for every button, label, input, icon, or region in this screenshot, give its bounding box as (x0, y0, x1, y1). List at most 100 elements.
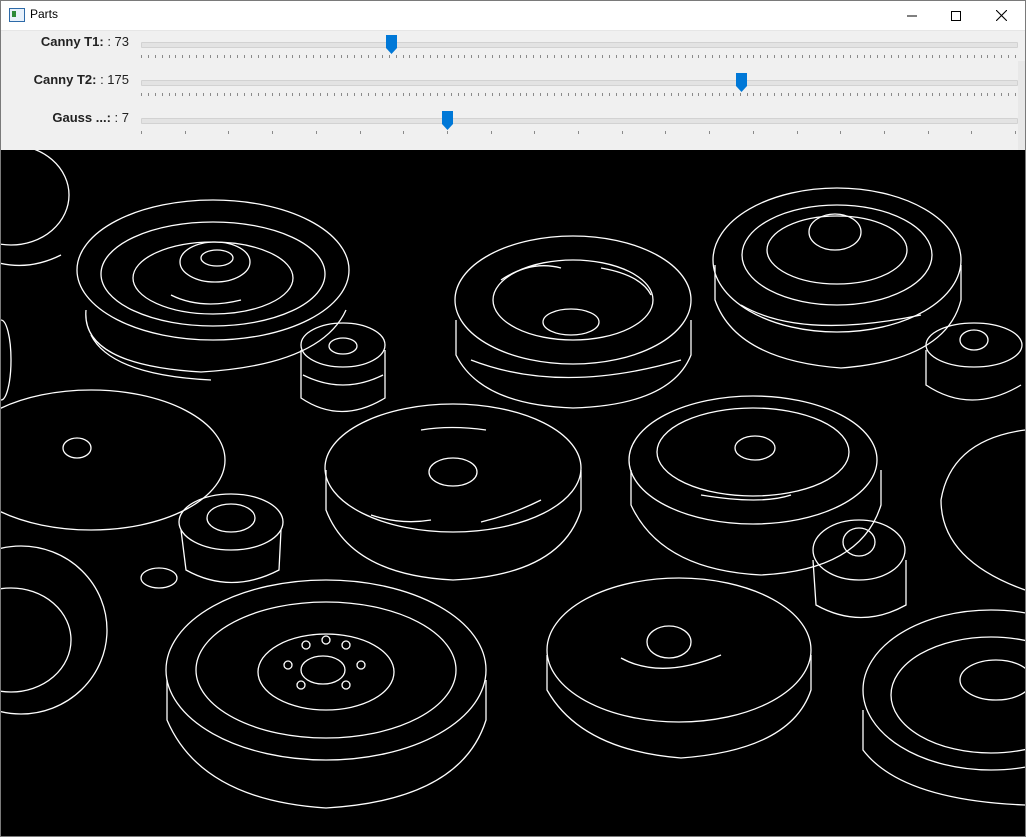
pulley-outline (1, 389, 226, 531)
trackbar-tick (189, 93, 191, 96)
trackbar-tick (485, 55, 487, 58)
trackbar-tick (574, 55, 576, 58)
trackbar-tick (423, 93, 425, 96)
trackbar-tick (228, 131, 230, 134)
trackbar-tick (478, 55, 480, 58)
trackbar-tick (216, 55, 218, 58)
trackbar-tick (567, 93, 569, 96)
trackbar-tick (154, 55, 156, 58)
trackbar-tick (629, 55, 631, 58)
trackbar-tick (519, 93, 521, 96)
trackbar-tick (223, 55, 225, 58)
trackbar-tick (450, 93, 452, 96)
trackbar-tick (319, 93, 321, 96)
trackbar-tick (629, 93, 631, 96)
trackbar-tick (760, 93, 762, 96)
trackbar-tick (313, 93, 315, 96)
trackbar-thumb[interactable] (736, 73, 748, 92)
trackbar-tick (588, 55, 590, 58)
trackbar-tick (547, 93, 549, 96)
trackbar-tick (959, 55, 961, 58)
maximize-button[interactable] (933, 1, 979, 30)
trackbar-tick (925, 55, 927, 58)
trackbar-tick (602, 55, 604, 58)
trackbar-thumb[interactable] (442, 111, 454, 130)
trackbar-tick (891, 93, 893, 96)
trackbar-tick (953, 93, 955, 96)
trackbar-row-canny-t1: Canny T1: : 73 (1, 33, 1025, 71)
pulley-outline (940, 429, 1025, 591)
trackbar-tick (588, 93, 590, 96)
trackbar-tick (395, 55, 397, 58)
trackbar-tick (705, 93, 707, 96)
trackbar-tick (664, 55, 666, 58)
trackbar-tick (904, 93, 906, 96)
close-button[interactable] (978, 1, 1024, 30)
trackbar-tick (182, 93, 184, 96)
trackbar-tick (189, 55, 191, 58)
canny-edge-image (1, 144, 1025, 809)
trackbar-tick (836, 55, 838, 58)
trackbar-track[interactable] (141, 118, 1018, 124)
trackbar-tick (457, 93, 459, 96)
trackbar-tick (381, 55, 383, 58)
trackbar-tick (237, 93, 239, 96)
trackbar-tick (712, 55, 714, 58)
trackbar-tick (973, 55, 975, 58)
trackbar-tick (946, 55, 948, 58)
trackbar-tick (505, 93, 507, 96)
trackbar-tick (359, 131, 361, 134)
trackbar-tick (953, 55, 955, 58)
trackbar-tick (184, 131, 186, 134)
trackbar-tick (904, 55, 906, 58)
trackbar-tick (815, 93, 817, 96)
trackbar-tick (292, 93, 294, 96)
trackbar-tick (361, 55, 363, 58)
trackbar-tick (257, 55, 259, 58)
trackbar-tick (237, 55, 239, 58)
trackbar-tick (430, 93, 432, 96)
trackbar-tick (883, 131, 885, 134)
trackbar-tick (643, 55, 645, 58)
trackbar-tick (443, 93, 445, 96)
trackbar-tick (354, 55, 356, 58)
trackbar-tick (732, 55, 734, 58)
trackbar-tick (147, 55, 149, 58)
trackbar-tick (209, 55, 211, 58)
trackbar-tick (560, 55, 562, 58)
trackbar-tick (1015, 93, 1016, 96)
trackbar-tick (677, 93, 679, 96)
trackbar-tick (739, 55, 741, 58)
trackbar-tick (801, 93, 803, 96)
trackbar-ticks (141, 93, 1016, 98)
trackbar-tick (657, 55, 659, 58)
pulley-outline (1, 144, 70, 401)
trackbar-tick (698, 55, 700, 58)
trackbar-tick (739, 93, 741, 96)
trackbar-tick (416, 55, 418, 58)
trackbar-tick (898, 55, 899, 58)
trackbar-tick (774, 93, 776, 96)
trackbar-tick (540, 55, 542, 58)
trackbar-tick (595, 55, 597, 58)
trackbar-track[interactable] (141, 42, 1018, 48)
trackbar-tick (553, 93, 555, 96)
trackbar-tick (272, 131, 274, 134)
trackbar-tick (898, 93, 899, 96)
trackbar-tick (794, 55, 796, 58)
trackbar-tick (643, 93, 645, 96)
minimize-button[interactable] (889, 1, 935, 30)
trackbar-tick (842, 93, 844, 96)
trackbar-track[interactable] (141, 80, 1018, 86)
trackbar-tick (388, 55, 390, 58)
trackbar-tick (519, 55, 521, 58)
trackbar-tick (326, 55, 328, 58)
title-bar[interactable]: Parts (1, 1, 1025, 31)
trackbar-thumb[interactable] (386, 35, 398, 54)
trackbar-label: Gauss ...: : 7 (52, 110, 129, 125)
trackbar-tick (313, 55, 315, 58)
trackbar-tick (457, 55, 459, 58)
trackbar-tick (939, 93, 941, 96)
panel-scrollbar[interactable] (1018, 61, 1025, 151)
trackbar-tick (980, 55, 982, 58)
